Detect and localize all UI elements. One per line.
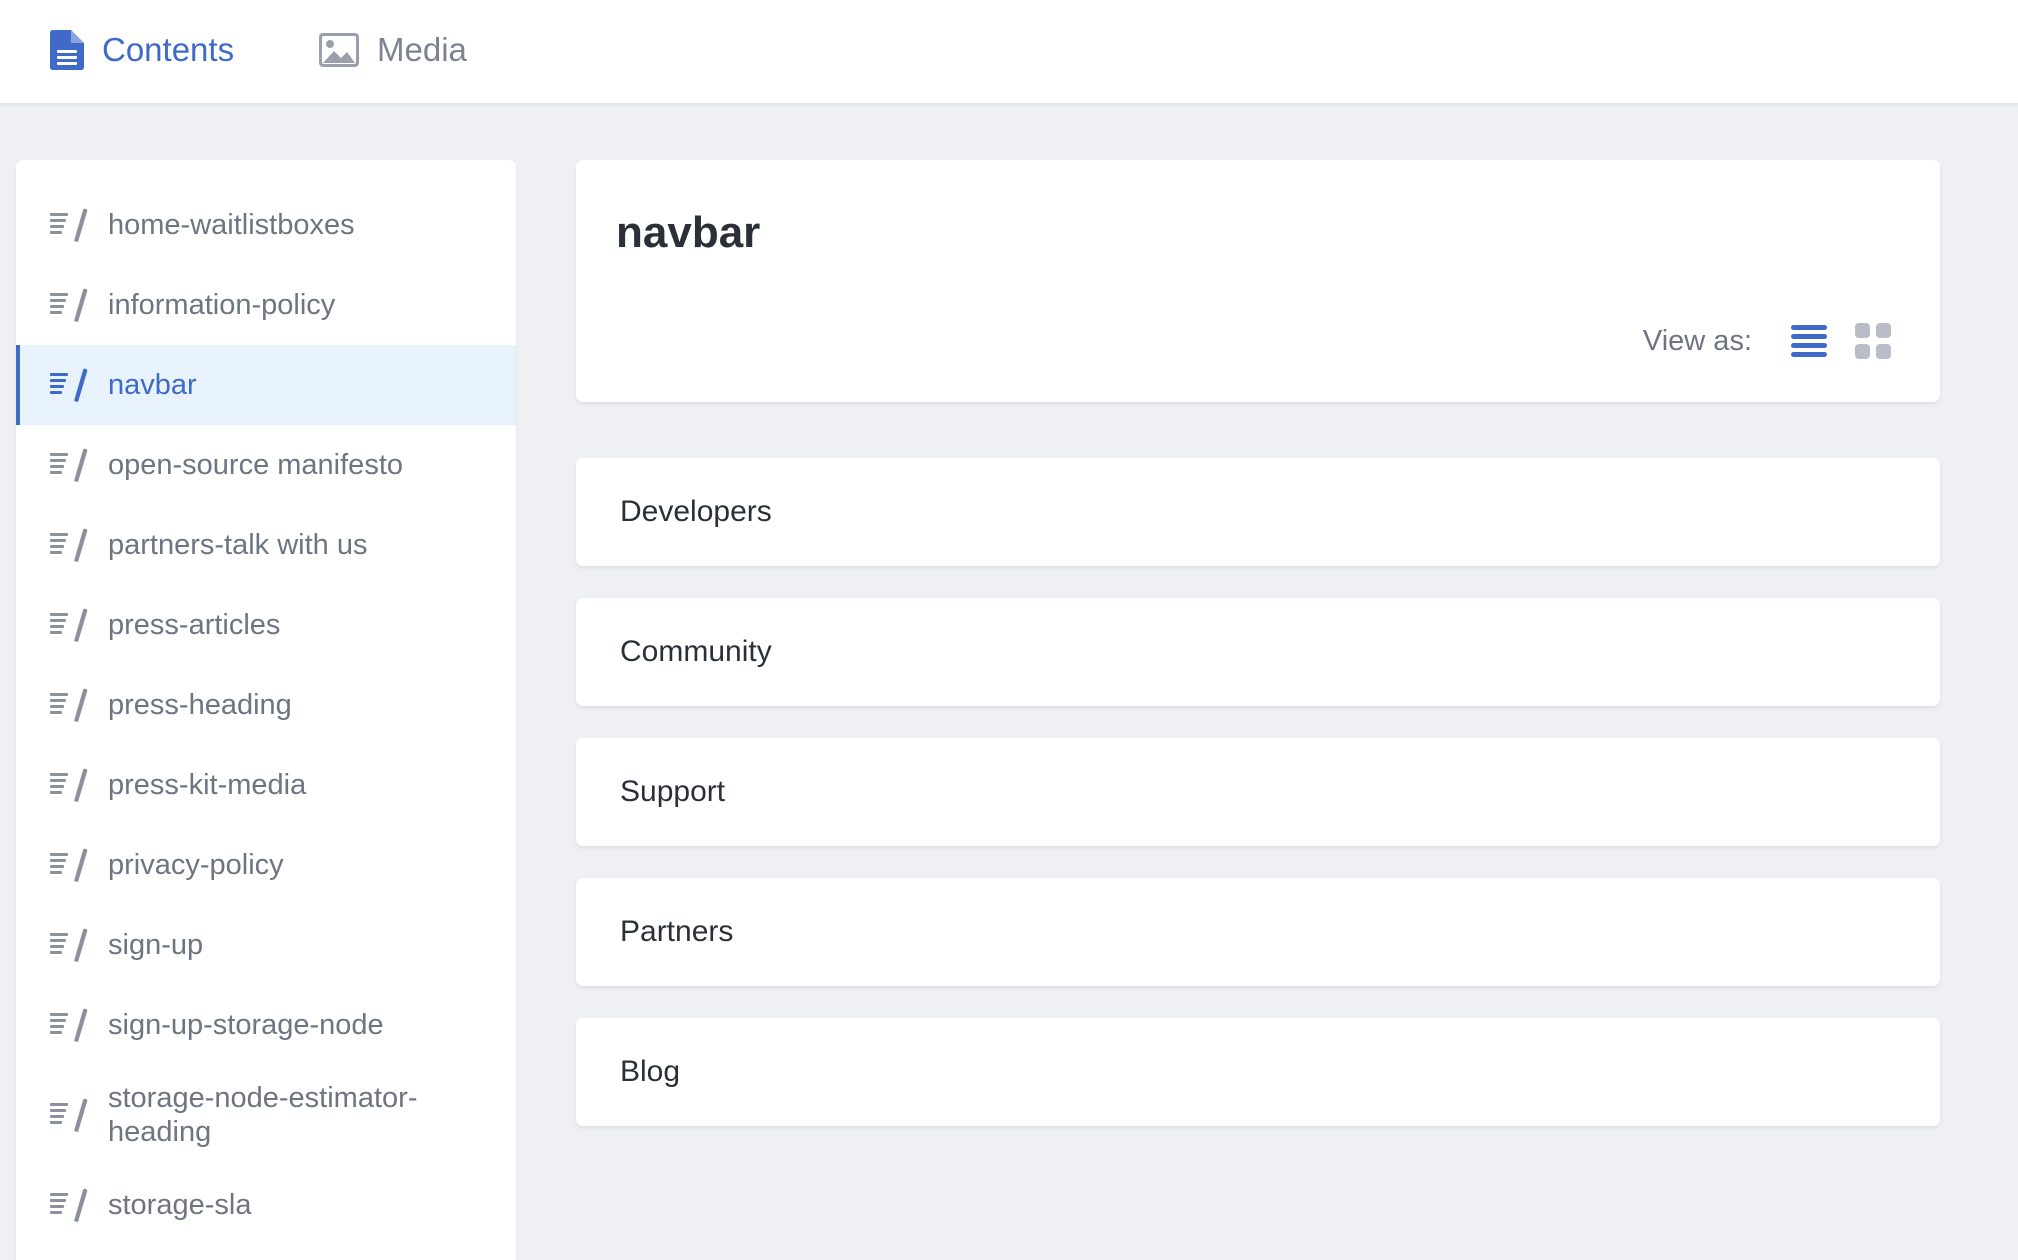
view-as-label: View as:: [1642, 324, 1752, 357]
content-type-icon: [48, 285, 88, 325]
sidebar-item-label: sign-up: [108, 928, 204, 961]
top-nav-bar: Contents Media: [0, 0, 2018, 104]
image-icon: [319, 33, 359, 67]
content-type-icon: [48, 845, 88, 885]
sidebar-item-home-waitlistboxes[interactable]: home-waitlistboxes: [16, 185, 516, 265]
sidebar-item-label: press-heading: [108, 688, 292, 721]
list-view-button[interactable]: [1788, 320, 1830, 362]
content-type-list: home-waitlistboxes information-policy na…: [16, 185, 516, 1245]
content-type-icon: [48, 765, 88, 805]
content-type-icon: [48, 685, 88, 725]
content-type-icon: [48, 365, 88, 405]
entry-label: Support: [620, 775, 726, 808]
list-view-icon: [1791, 325, 1827, 357]
sidebar-item-label: storage-sla: [108, 1188, 252, 1221]
sidebar-item-label: partners-talk with us: [108, 528, 368, 561]
sidebar-item-label: sign-up-storage-node: [108, 1008, 384, 1041]
list-item[interactable]: Support: [576, 738, 1940, 846]
sidebar-item-label: information-policy: [108, 288, 336, 321]
page-title: navbar: [616, 208, 761, 257]
grid-view-icon: [1855, 323, 1891, 359]
sidebar-item-label: press-kit-media: [108, 768, 307, 801]
sidebar-item-label: press-articles: [108, 608, 281, 641]
sidebar-item-label: navbar: [108, 368, 197, 401]
document-icon: [50, 30, 84, 70]
sidebar-item-open-source-manifesto[interactable]: open-source manifesto: [16, 425, 516, 505]
content-type-icon: [48, 605, 88, 645]
content-type-icon: [48, 525, 88, 565]
entry-label: Developers: [620, 495, 772, 528]
sidebar-item-label: storage-node-estimator-heading: [108, 1082, 418, 1148]
tab-contents[interactable]: Contents: [50, 0, 234, 100]
list-item[interactable]: Blog: [576, 1018, 1940, 1126]
tab-media-label: Media: [377, 31, 467, 68]
sidebar-item-label: privacy-policy: [108, 848, 284, 881]
sidebar-item-label: home-waitlistboxes: [108, 208, 355, 241]
content-type-icon: [48, 205, 88, 245]
content-type-icon: [48, 1095, 88, 1135]
sidebar-item-information-policy[interactable]: information-policy: [16, 265, 516, 345]
tab-contents-label: Contents: [102, 31, 235, 68]
entry-label: Partners: [620, 915, 734, 948]
sidebar-item-press-heading[interactable]: press-heading: [16, 665, 516, 745]
sidebar-item-navbar[interactable]: navbar: [16, 345, 516, 425]
sidebar-item-sign-up-storage-node[interactable]: sign-up-storage-node: [16, 985, 516, 1065]
sidebar-item-label: open-source manifesto: [108, 448, 403, 481]
grid-view-button[interactable]: [1852, 320, 1894, 362]
sidebar-item-press-articles[interactable]: press-articles: [16, 585, 516, 665]
content-header-card: navbar View as:: [576, 160, 1940, 402]
content-type-icon: [48, 1185, 88, 1225]
entry-label: Community: [620, 635, 772, 668]
tab-media[interactable]: Media: [319, 0, 467, 100]
sidebar-item-storage-sla[interactable]: storage-sla: [16, 1165, 516, 1245]
list-item[interactable]: Developers: [576, 458, 1940, 566]
sidebar-item-press-kit-media[interactable]: press-kit-media: [16, 745, 516, 825]
sidebar-item-storage-node-estimator-heading[interactable]: storage-node-estimator-heading: [16, 1065, 516, 1165]
sidebar-item-privacy-policy[interactable]: privacy-policy: [16, 825, 516, 905]
content-type-icon: [48, 1005, 88, 1045]
list-item[interactable]: Partners: [576, 878, 1940, 986]
sidebar-item-sign-up[interactable]: sign-up: [16, 905, 516, 985]
content-type-sidebar: home-waitlistboxes information-policy na…: [16, 160, 516, 1260]
list-item[interactable]: Community: [576, 598, 1940, 706]
view-mode-switcher: View as:: [1643, 320, 1894, 362]
content-type-icon: [48, 925, 88, 965]
content-type-icon: [48, 445, 88, 485]
entry-label: Blog: [620, 1055, 681, 1088]
sidebar-item-partners-talk-with-us[interactable]: partners-talk with us: [16, 505, 516, 585]
